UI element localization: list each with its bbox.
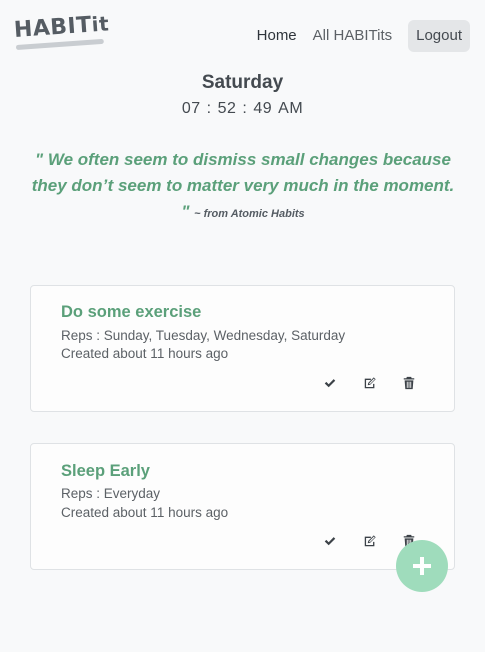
trash-icon <box>403 376 415 390</box>
app-logo[interactable]: HABITit <box>13 11 110 43</box>
logout-button[interactable]: Logout <box>408 20 470 52</box>
clock-time: 07:52:49 AM <box>0 100 485 118</box>
edit-button[interactable] <box>362 375 378 391</box>
logo-suffix: it <box>90 11 110 37</box>
clock-separator: : <box>206 100 212 117</box>
habit-created: Created about 11 hours ago <box>61 505 229 520</box>
nav-all-habits[interactable]: All HABITits <box>313 20 392 52</box>
clock-hours: 07 <box>181 100 201 117</box>
clock-day: Saturday <box>201 72 284 93</box>
habit-reps: Reps : Sunday, Tuesday, Wednesday, Satur… <box>61 328 346 343</box>
complete-button[interactable] <box>322 533 338 549</box>
delete-button[interactable] <box>401 375 417 391</box>
clock-minutes: 52 <box>217 100 237 117</box>
motivational-quote: " We often seem to dismiss small changes… <box>28 147 458 227</box>
habit-card: Do some exercise Reps : Sunday, Tuesday,… <box>30 285 455 412</box>
header: HABITit Home All HABITits Logout <box>0 0 485 72</box>
habit-title: Sleep Early <box>61 462 150 480</box>
clock-separator: : <box>242 100 248 117</box>
clock-seconds: 49 <box>253 100 273 117</box>
check-icon <box>324 537 336 546</box>
complete-button[interactable] <box>322 375 338 391</box>
habit-title: Do some exercise <box>61 303 202 321</box>
plus-icon <box>413 557 431 575</box>
check-icon <box>324 379 336 388</box>
add-habit-button[interactable] <box>396 540 448 592</box>
main-nav: Home All HABITits Logout <box>241 20 470 52</box>
logo-main: HABIT <box>13 12 93 43</box>
habit-actions <box>322 375 422 391</box>
edit-button[interactable] <box>362 533 378 549</box>
clock-meridiem: AM <box>278 100 304 117</box>
habit-created: Created about 11 hours ago <box>61 346 229 361</box>
nav-home[interactable]: Home <box>257 20 297 52</box>
edit-icon <box>364 377 376 389</box>
habit-card: Sleep Early Reps : Everyday Created abou… <box>30 443 455 570</box>
quote-source: ~ from Atomic Habits <box>194 208 305 220</box>
edit-icon <box>364 535 376 547</box>
habit-reps: Reps : Everyday <box>61 486 161 501</box>
